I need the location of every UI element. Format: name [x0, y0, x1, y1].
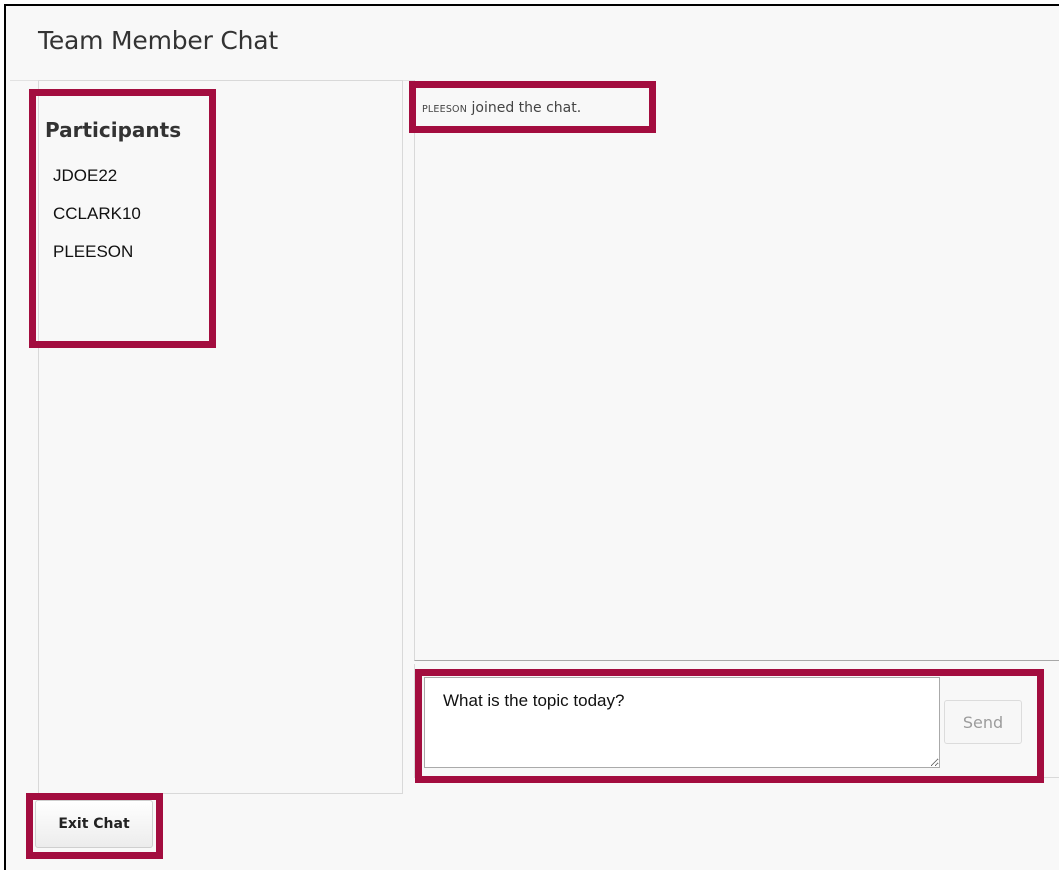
- chat-message-text: joined the chat.: [467, 100, 582, 116]
- exit-chat-button[interactable]: Exit Chat: [35, 800, 153, 848]
- send-button[interactable]: Send: [944, 700, 1022, 744]
- message-input[interactable]: What is the topic today?: [424, 677, 940, 768]
- participants-heading: Participants: [45, 118, 182, 142]
- participant-item: PLEESON: [53, 242, 134, 261]
- participant-item: CCLARK10: [53, 204, 141, 223]
- chat-message-user: PLEESON: [422, 104, 468, 115]
- participant-item: JDOE22: [53, 166, 118, 185]
- chat-log: [414, 80, 1059, 661]
- chat-message: PLEESON joined the chat.: [422, 100, 581, 116]
- page-title: Team Member Chat: [38, 26, 279, 55]
- participant-list: JDOE22 CCLARK10 PLEESON: [53, 166, 141, 280]
